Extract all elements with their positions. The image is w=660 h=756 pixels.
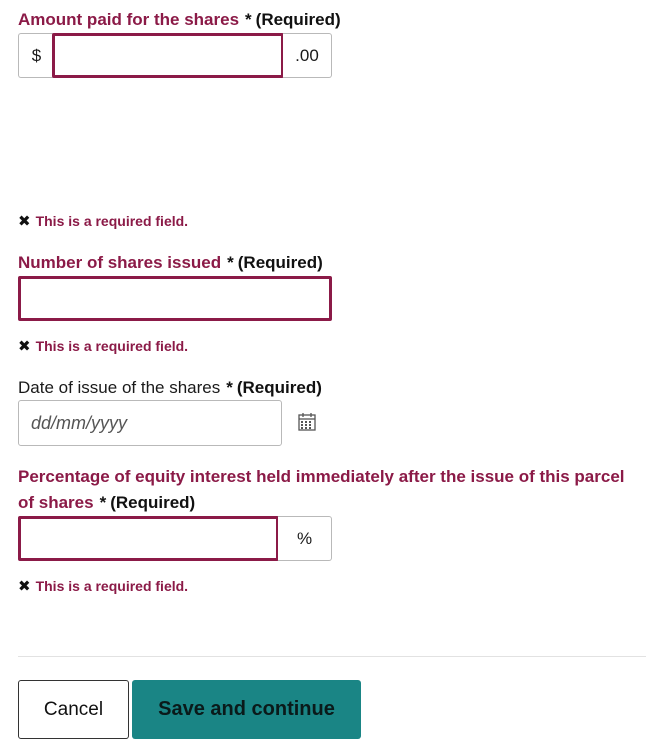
required-text: (Required) <box>236 378 322 397</box>
error-x-icon: ✖ <box>18 338 31 355</box>
required-star: * <box>227 253 234 272</box>
cancel-button[interactable]: Cancel <box>18 680 129 739</box>
required-star: * <box>99 493 107 512</box>
date-label: Date of issue of the shares * (Required) <box>18 375 322 401</box>
cents-suffix: .00 <box>283 33 332 78</box>
form-page: Amount paid for the shares * (Required) $ … <box>0 0 660 756</box>
percentage-label-line1: Percentage of equity interest held immed… <box>18 467 625 486</box>
shares-label: Number of shares issued * (Required) <box>18 250 323 276</box>
amount-error: ✖ This is a required field. <box>18 212 188 231</box>
shares-input[interactable] <box>18 276 332 321</box>
percentage-error-text: This is a required field. <box>35 578 189 594</box>
amount-input[interactable] <box>52 33 284 78</box>
required-star: * <box>226 378 233 397</box>
amount-label-text: Amount paid for the shares <box>18 10 240 29</box>
required-text: (Required) <box>110 493 196 512</box>
required-star: * <box>245 10 252 29</box>
shares-error-text: This is a required field. <box>35 338 189 354</box>
shares-error: ✖ This is a required field. <box>18 337 188 356</box>
percentage-input[interactable] <box>18 516 279 561</box>
error-x-icon: ✖ <box>18 578 31 595</box>
save-and-continue-button[interactable]: Save and continue <box>132 680 361 739</box>
percentage-label: Percentage of equity interest held immed… <box>18 464 648 516</box>
percent-suffix: % <box>278 516 332 561</box>
error-x-icon: ✖ <box>18 213 31 230</box>
percentage-label-line2: of shares <box>18 493 94 512</box>
date-input[interactable]: dd/mm/yyyy <box>18 400 282 446</box>
required-text: (Required) <box>255 10 341 29</box>
divider <box>18 656 646 657</box>
currency-prefix: $ <box>18 33 54 78</box>
percentage-error: ✖ This is a required field. <box>18 577 188 596</box>
calendar-icon[interactable] <box>297 412 317 432</box>
date-label-text: Date of issue of the shares <box>18 378 221 397</box>
amount-label: Amount paid for the shares * (Required) <box>18 7 341 33</box>
amount-error-text: This is a required field. <box>35 213 189 229</box>
required-text: (Required) <box>237 253 323 272</box>
shares-label-text: Number of shares issued <box>18 253 222 272</box>
